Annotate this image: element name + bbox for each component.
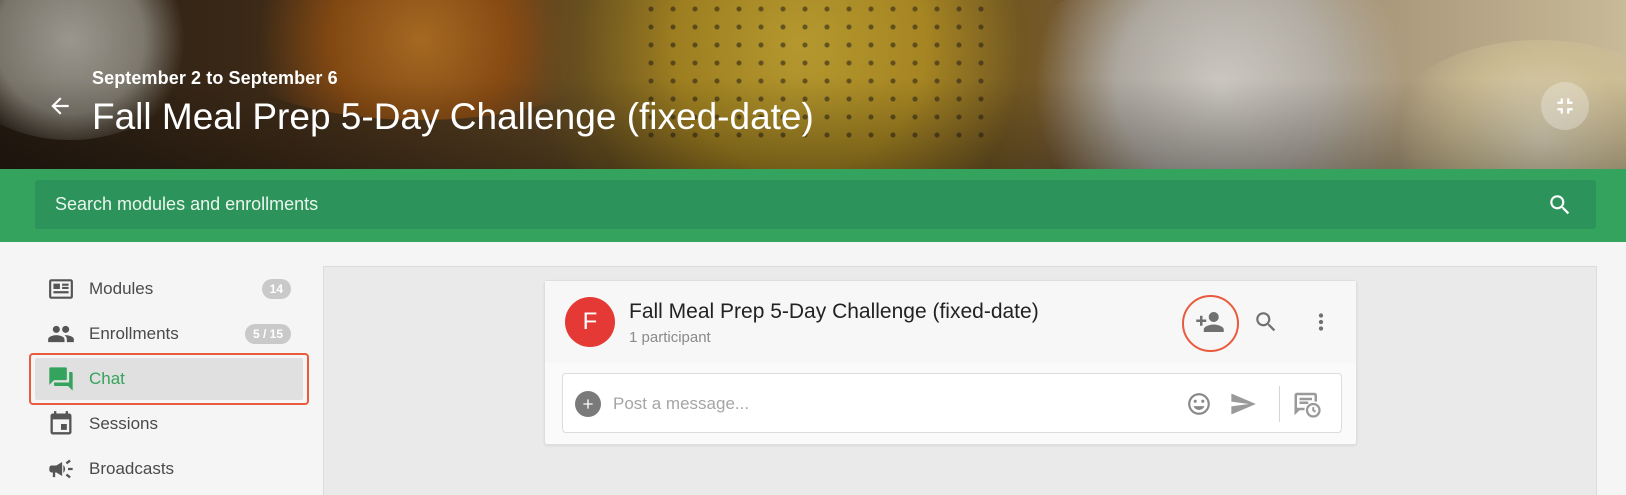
chat-title: Fall Meal Prep 5-Day Challenge (fixed-da… <box>629 300 1039 323</box>
chat-header: F Fall Meal Prep 5-Day Challenge (fixed-… <box>545 281 1356 363</box>
chat-card: F Fall Meal Prep 5-Day Challenge (fixed-… <box>544 280 1357 445</box>
chat-icon <box>47 365 75 393</box>
collapse-button[interactable] <box>1541 82 1589 130</box>
sidebar-item-sessions[interactable]: Sessions <box>35 403 303 445</box>
count-badge: 5 / 15 <box>244 324 291 344</box>
search-icon <box>1256 312 1276 332</box>
count-badge: 14 <box>261 279 291 299</box>
message-input[interactable] <box>613 384 1153 424</box>
calendar-icon <box>47 410 75 438</box>
schedule-message-button[interactable] <box>1291 388 1323 420</box>
search-input[interactable] <box>55 194 1544 215</box>
attach-button[interactable] <box>575 391 601 417</box>
plus-icon <box>583 399 593 409</box>
participant-count[interactable]: 1 participant <box>629 329 711 346</box>
schedule-message-icon <box>1294 392 1321 418</box>
sidebar-item-enrollments[interactable]: Enrollments 5 / 15 <box>35 313 303 355</box>
emoji-icon <box>1188 393 1210 415</box>
people-icon <box>47 320 75 348</box>
back-button[interactable] <box>44 90 76 122</box>
add-person-icon <box>1196 312 1224 332</box>
avatar: F <box>565 297 615 347</box>
course-title: Fall Meal Prep 5-Day Challenge (fixed-da… <box>92 96 814 137</box>
sidebar-item-label: Modules <box>89 279 154 298</box>
search-button[interactable] <box>1544 189 1576 221</box>
message-composer <box>562 373 1342 433</box>
emoji-button[interactable] <box>1183 388 1215 420</box>
sidebar-item-modules[interactable]: Modules 14 <box>35 268 303 310</box>
search-bar <box>35 180 1596 229</box>
sidebar-item-label: Chat <box>89 369 125 388</box>
chat-search-button[interactable] <box>1246 302 1286 342</box>
sidebar-item-label: Sessions <box>89 414 158 433</box>
course-date-range: September 2 to September 6 <box>92 68 338 88</box>
add-participant-button[interactable] <box>1190 302 1230 342</box>
course-hero: September 2 to September 6 Fall Meal Pre… <box>0 0 1626 169</box>
search-icon <box>1550 194 1570 214</box>
modules-icon <box>47 275 75 303</box>
send-button[interactable] <box>1227 388 1259 420</box>
sidebar-item-label: Broadcasts <box>89 459 175 478</box>
composer-divider <box>1279 386 1280 422</box>
send-icon <box>1231 393 1256 415</box>
chat-more-button[interactable] <box>1301 302 1341 342</box>
sidebar-item-chat[interactable]: Chat <box>35 358 303 400</box>
arrow-left-icon <box>51 97 69 115</box>
collapse-icon <box>1557 98 1573 114</box>
megaphone-icon <box>47 455 75 483</box>
sidebar-item-label: Enrollments <box>89 324 179 343</box>
sidebar-item-broadcasts[interactable]: Broadcasts <box>35 448 303 490</box>
more-vertical-icon <box>1318 313 1324 331</box>
